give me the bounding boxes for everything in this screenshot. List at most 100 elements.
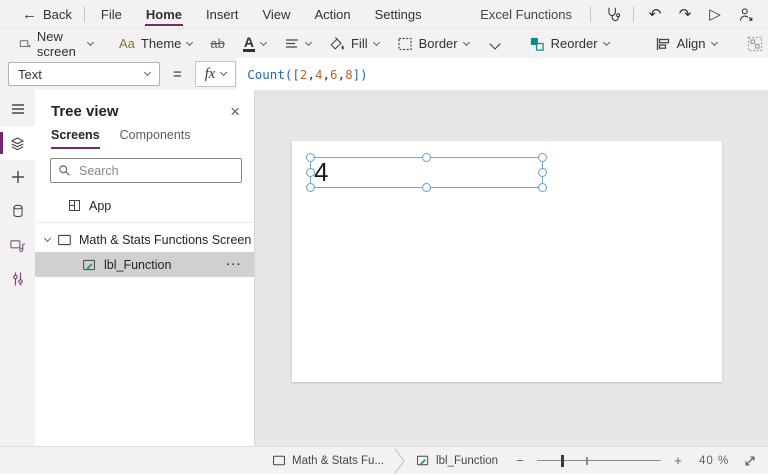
tree-list: App Math & Stats Functions Screen lbl_Fu… — [35, 193, 254, 277]
menu-item-action[interactable]: Action — [302, 0, 362, 28]
stethoscope-icon — [604, 6, 621, 23]
chevron-down-icon — [489, 38, 500, 49]
divider — [633, 6, 634, 22]
rail-insert-button[interactable] — [0, 160, 35, 194]
tree-item-app[interactable]: App — [35, 193, 254, 218]
selection-handle-sw[interactable] — [306, 183, 315, 192]
tab-screens[interactable]: Screens — [51, 128, 100, 149]
strikethrough-button[interactable]: ab — [201, 31, 233, 57]
toolbar: New screen Aa Theme ab A Fill Border — [0, 28, 768, 58]
tree-item-screen[interactable]: Math & Stats Functions Screen — [35, 227, 254, 252]
zoom-slider-handle[interactable] — [561, 455, 564, 467]
formula-token: Count([ — [247, 67, 300, 82]
group-icon — [747, 36, 763, 52]
fill-button[interactable]: Fill — [320, 31, 388, 57]
canvas-area[interactable]: 4 — [255, 90, 768, 446]
theme-button[interactable]: Aa Theme — [110, 31, 201, 57]
back-arrow-icon: ← — [22, 7, 37, 22]
tree-item-label: App — [89, 199, 111, 213]
preview-button[interactable]: ▷ — [702, 1, 728, 27]
chevron-down-icon — [603, 38, 610, 45]
font-color-icon: A — [243, 35, 255, 53]
group-button: Group — [738, 31, 768, 57]
close-icon[interactable]: × — [230, 103, 240, 120]
rail-advanced-tools-button[interactable] — [0, 262, 35, 296]
divider — [590, 6, 591, 22]
selection-handle-se[interactable] — [538, 183, 547, 192]
text-align-button[interactable] — [275, 31, 320, 57]
chevron-expanded-icon[interactable] — [44, 234, 51, 241]
border-icon — [397, 36, 413, 52]
new-screen-button[interactable]: New screen — [10, 31, 102, 57]
undo-button[interactable]: ↶ — [642, 1, 668, 27]
label-control-icon — [416, 454, 430, 467]
chevron-down-icon — [305, 38, 312, 45]
align-label: Align — [677, 36, 706, 51]
search-input[interactable] — [77, 163, 234, 179]
panel-title: Tree view — [51, 103, 119, 120]
reorder-button[interactable]: Reorder — [520, 31, 618, 57]
reorder-label: Reorder — [551, 36, 598, 51]
zoom-controls: − + 40 % — [512, 447, 757, 474]
zoom-out-button[interactable]: − — [512, 453, 528, 468]
rail-data-button[interactable] — [0, 194, 35, 228]
search-icon — [58, 164, 71, 177]
menu-item-home[interactable]: Home — [134, 0, 194, 28]
chevron-down-icon — [87, 38, 94, 45]
back-label: Back — [43, 7, 72, 22]
menu-item-insert[interactable]: Insert — [194, 0, 251, 28]
font-color-button[interactable]: A — [234, 31, 275, 57]
selected-label-control[interactable]: 4 — [310, 157, 543, 188]
selection-handle-s[interactable] — [422, 183, 431, 192]
align-button[interactable]: Align — [646, 31, 726, 57]
tree-item-label: lbl_Function — [104, 258, 171, 272]
rail-media-button[interactable] — [0, 228, 35, 262]
zoom-slider-track[interactable] — [537, 460, 661, 462]
selection-handle-n[interactable] — [422, 153, 431, 162]
fit-to-window-icon[interactable] — [743, 454, 757, 468]
reorder-icon — [529, 36, 545, 52]
screen-icon — [57, 233, 72, 247]
menu-item-view[interactable]: View — [251, 0, 303, 28]
breadcrumb-control[interactable]: lbl_Function — [406, 447, 508, 474]
rail-tree-view-button[interactable] — [0, 126, 35, 160]
formula-token: , — [307, 67, 315, 82]
redo-button[interactable]: ↷ — [672, 1, 698, 27]
formula-token: ]) — [353, 67, 368, 82]
ellipsis-icon[interactable]: ··· — [227, 259, 243, 271]
breadcrumb-screen[interactable]: Math & Stats Fu... — [262, 447, 394, 474]
property-selector[interactable]: Text — [8, 62, 160, 86]
media-icon — [9, 237, 26, 254]
chevron-down-icon — [710, 38, 717, 45]
tab-components[interactable]: Components — [120, 128, 191, 149]
formula-token: , — [323, 67, 331, 82]
app-checker-button[interactable] — [599, 1, 625, 27]
top-menu-bar: ← Back File Home Insert View Action Sett… — [0, 0, 768, 28]
back-button[interactable]: ← Back — [10, 0, 80, 28]
fx-dropdown-button[interactable]: fx — [195, 61, 236, 87]
menu-item-file[interactable]: File — [89, 0, 134, 28]
sliders-icon — [10, 271, 26, 287]
formula-token: 8 — [345, 67, 353, 82]
plus-icon — [10, 169, 26, 185]
share-button[interactable] — [732, 1, 758, 27]
selection-handle-e[interactable] — [538, 168, 547, 177]
border-button[interactable]: Border — [388, 31, 478, 57]
rail-menu-button[interactable] — [0, 92, 35, 126]
selection-handle-nw[interactable] — [306, 153, 315, 162]
zoom-slider[interactable] — [537, 447, 661, 475]
selection-handle-w[interactable] — [306, 168, 315, 177]
search-box[interactable] — [50, 158, 242, 183]
menu-item-settings[interactable]: Settings — [363, 0, 434, 28]
person-icon — [737, 6, 754, 23]
zoom-in-button[interactable]: + — [670, 453, 686, 468]
canvas-artboard[interactable]: 4 — [292, 141, 722, 382]
formula-input[interactable]: Count([2,4,6,8]) — [237, 58, 768, 90]
tree-item-label-control[interactable]: lbl_Function ··· — [35, 252, 254, 277]
selection-handle-ne[interactable] — [538, 153, 547, 162]
expand-toolbar-button[interactable] — [478, 31, 512, 57]
screen-icon — [272, 454, 286, 467]
formula-token: 4 — [315, 67, 323, 82]
property-selected-value: Text — [18, 67, 42, 82]
chevron-down-icon — [220, 69, 227, 76]
